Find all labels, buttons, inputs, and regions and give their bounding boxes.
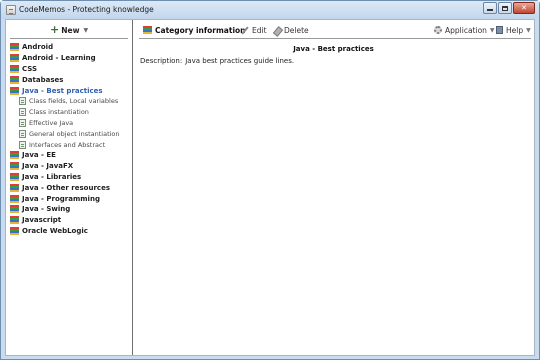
tree-item-label: Java - Programming [22,194,100,203]
tree-item-databases[interactable]: Databases [10,74,130,85]
tree-memo-effective-java[interactable]: Effective Java [10,118,130,129]
minimize-icon [487,9,493,11]
category-icon [10,226,19,235]
toolbar-divider [139,38,531,39]
tree-item-label: Java - EE [22,151,56,160]
tree-memo-class-fields[interactable]: Class fields, Local variables [10,96,130,107]
tree-item-label: Oracle WebLogic [22,226,88,235]
category-icon [10,162,19,171]
pencil-icon [241,26,249,34]
new-button[interactable]: + New ▼ [50,24,88,36]
memo-icon [19,108,26,117]
tree-memo-label: Class instantiation [29,108,89,117]
category-icon [10,172,19,181]
tree-item-label: Java - Best practices [22,86,103,95]
category-description: Description: Java best practices guide li… [140,57,294,65]
application-label: Application [445,25,487,35]
window-controls: ✕ [482,2,535,14]
maximize-button[interactable] [498,2,512,14]
tree-item-java-ee[interactable]: Java - EE [10,150,130,161]
edit-button[interactable]: Edit [241,24,267,36]
category-icon [10,54,19,63]
description-value: Java best practices guide lines. [185,57,295,65]
tree-item-label: Java - Libraries [22,172,82,181]
tree-memo-label: Effective Java [29,118,74,127]
category-icon [10,75,19,84]
tree-memo-label: Class fields, Local variables [29,97,119,106]
tree-item-label: Android [22,43,54,52]
sidebar-divider [10,38,128,39]
tree-item-label: Java - JavaFX [22,162,74,171]
tree-item-java-libraries[interactable]: Java - Libraries [10,172,130,183]
tree-item-label: Javascript [22,216,62,225]
tree-item-javascript[interactable]: Javascript [10,215,130,226]
category-icon [10,216,19,225]
memo-icon [19,97,26,106]
category-icon [10,86,19,95]
tree-memo-label: Interfaces and Abstract [29,140,106,149]
app-window: CodeMemos - Protecting knowledge ✕ + New… [0,0,540,360]
tree-memo-interfaces-abstract[interactable]: Interfaces and Abstract [10,139,130,150]
edit-label: Edit [252,25,267,35]
client-area: + New ▼ Android Android - Learning CSS D… [5,19,535,356]
category-tree: Android Android - Learning CSS Databases… [10,42,130,236]
eraser-icon [273,26,281,34]
category-icon [10,151,19,160]
category-information-label: Category information [155,25,246,35]
maximize-icon [502,5,508,11]
tree-item-java-programming[interactable]: Java - Programming [10,193,130,204]
tree-item-label: CSS [22,64,38,73]
tree-memo-class-instantiation[interactable]: Class instantiation [10,107,130,118]
window-title: CodeMemos - Protecting knowledge [19,5,154,14]
tree-item-label: Java - Other resources [22,183,110,192]
memo-icon [19,140,26,149]
title-bar[interactable]: CodeMemos - Protecting knowledge ✕ [1,1,539,19]
tree-item-css[interactable]: CSS [10,64,130,75]
category-icon [10,183,19,192]
tree-item-java-swing[interactable]: Java - Swing [10,204,130,215]
help-label: Help [506,25,524,35]
delete-label: Delete [284,25,309,35]
tree-item-android-learning[interactable]: Android - Learning [10,53,130,64]
tree-item-java-javafx[interactable]: Java - JavaFX [10,161,130,172]
tree-item-java-other-resources[interactable]: Java - Other resources [10,182,130,193]
help-book-icon [496,26,503,34]
category-icon [143,26,152,34]
close-icon: ✕ [521,4,527,12]
toolbar: Category information Edit Delete Applica… [133,24,534,36]
tree-item-label: Databases [22,75,64,84]
gear-icon [434,26,442,34]
description-label: Description: [140,57,183,65]
content-pane: Category information Edit Delete Applica… [133,20,534,355]
help-menu[interactable]: Help ▼ [496,24,531,36]
tree-memo-label: General object instantiation [29,129,120,138]
chevron-down-icon: ▼ [489,26,495,34]
sidebar: + New ▼ Android Android - Learning CSS D… [6,20,132,355]
memo-icon [19,129,26,138]
application-menu[interactable]: Application ▼ [434,24,495,36]
memo-icon [19,118,26,127]
tree-item-android[interactable]: Android [10,42,130,53]
app-icon [6,5,16,15]
category-icon [10,205,19,214]
tree-item-java-best-practices[interactable]: Java - Best practices [10,85,130,96]
close-button[interactable]: ✕ [513,2,535,14]
chevron-down-icon: ▼ [526,26,531,34]
tree-item-label: Java - Swing [22,205,71,214]
tree-memo-general-object-instantiation[interactable]: General object instantiation [10,128,130,139]
new-button-label: New [61,25,80,35]
chevron-down-icon: ▼ [83,26,89,34]
category-title: Java - Best practices [293,45,374,53]
category-information-button[interactable]: Category information [143,24,246,36]
category-icon [10,194,19,203]
plus-icon: + [50,23,60,36]
tree-item-oracle-weblogic[interactable]: Oracle WebLogic [10,226,130,237]
tree-item-label: Android - Learning [22,54,96,63]
category-icon [10,64,19,73]
delete-button[interactable]: Delete [273,24,309,36]
minimize-button[interactable] [483,2,497,14]
category-icon [10,43,19,52]
